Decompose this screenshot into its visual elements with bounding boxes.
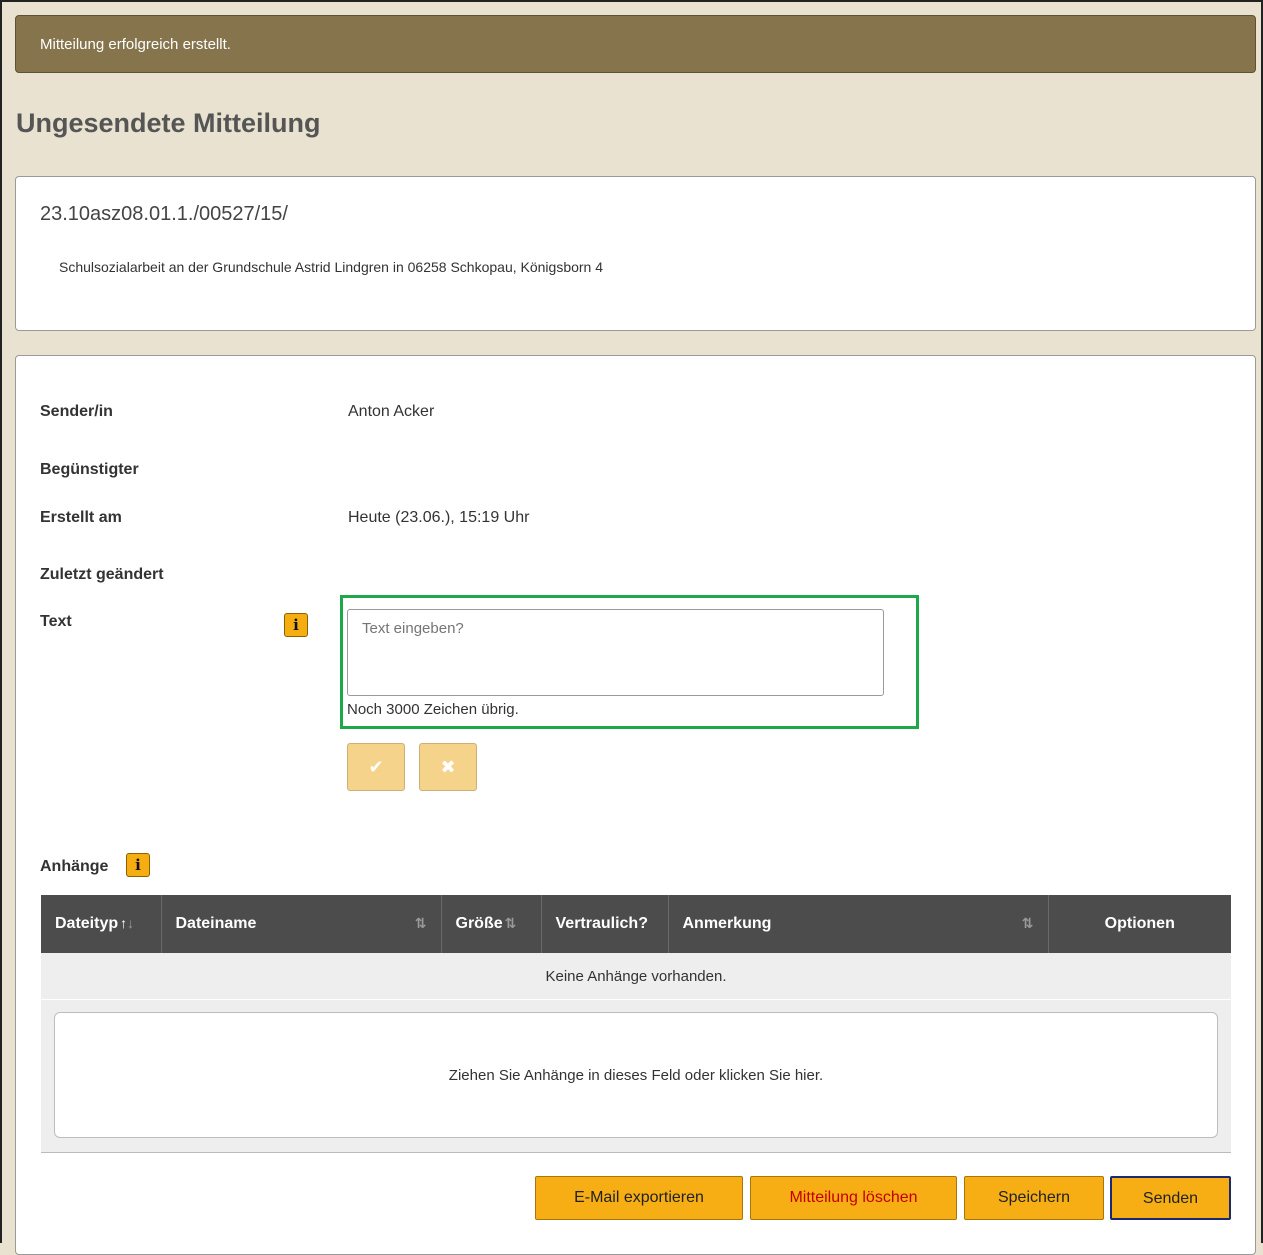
reference-description: Schulsozialarbeit an der Grundschule Ast… <box>59 259 604 275</box>
created-label: Erstellt am <box>40 509 122 526</box>
table-header-row: Dateityp ↑↓ Dateiname ⇅ Größe ⇅ Vertraulich… <box>41 895 1231 953</box>
sort-icon: ⇅ <box>504 915 517 931</box>
attachment-dropzone[interactable]: Ziehen Sie Anhänge in dieses Feld oder k… <box>54 1012 1218 1138</box>
text-label: Text <box>40 613 72 630</box>
char-counter: Noch 3000 Zeichen übrig. <box>347 701 519 718</box>
text-info-icon[interactable]: i <box>284 613 308 637</box>
sort-icon: ⇅ <box>1021 915 1034 931</box>
modified-label: Zuletzt geändert <box>40 566 164 583</box>
export-email-button[interactable]: E-Mail exportieren <box>535 1176 743 1220</box>
alert-message: Mitteilung erfolgreich erstellt. <box>40 36 231 53</box>
column-header-dateiname[interactable]: Dateiname ⇅ <box>161 895 442 953</box>
sender-label: Sender/in <box>40 403 113 420</box>
close-icon: ✖ <box>440 757 456 777</box>
attachments-table: Dateityp ↑↓ Dateiname ⇅ Größe ⇅ Vertraulich… <box>41 895 1231 999</box>
page-title: Ungesendete Mitteilung <box>16 108 321 138</box>
sender-value: Anton Acker <box>348 403 435 420</box>
message-panel: Sender/in Anton Acker Begünstigter Erste… <box>15 355 1256 1255</box>
column-header-groesse[interactable]: Größe ⇅ <box>441 895 542 953</box>
table-row: Keine Anhänge vorhanden. <box>41 953 1231 999</box>
created-value: Heute (23.06.), 15:19 Uhr <box>348 509 530 526</box>
column-header-dateityp[interactable]: Dateityp ↑↓ <box>41 895 162 953</box>
attachments-label: Anhänge <box>40 858 109 875</box>
dropzone-container: Ziehen Sie Anhänge in dieses Feld oder k… <box>41 1000 1231 1153</box>
reference-number: 23.10asz08.01.1./00527/15/ <box>40 203 288 225</box>
success-alert: Mitteilung erfolgreich erstellt. <box>15 15 1256 73</box>
empty-table-message: Keine Anhänge vorhanden. <box>41 953 1231 999</box>
confirm-button[interactable]: ✔ <box>347 743 405 791</box>
sort-icon: ⇅ <box>414 915 427 931</box>
delete-message-button[interactable]: Mitteilung löschen <box>750 1176 957 1220</box>
message-text-input[interactable] <box>347 609 884 696</box>
column-header-vertraulich[interactable]: Vertraulich? <box>541 895 669 953</box>
column-header-anmerkung[interactable]: Anmerkung ⇅ <box>668 895 1049 953</box>
column-header-optionen: Optionen <box>1048 895 1231 953</box>
send-button[interactable]: Senden <box>1110 1176 1231 1220</box>
save-button[interactable]: Speichern <box>964 1176 1104 1220</box>
check-icon: ✔ <box>368 757 384 777</box>
reference-panel: 23.10asz08.01.1./00527/15/ Schulsozialar… <box>15 176 1256 331</box>
sort-icon: ↑↓ <box>120 915 135 931</box>
beneficiary-label: Begünstigter <box>40 461 139 478</box>
cancel-button[interactable]: ✖ <box>419 743 477 791</box>
attachments-info-icon[interactable]: i <box>126 853 150 877</box>
